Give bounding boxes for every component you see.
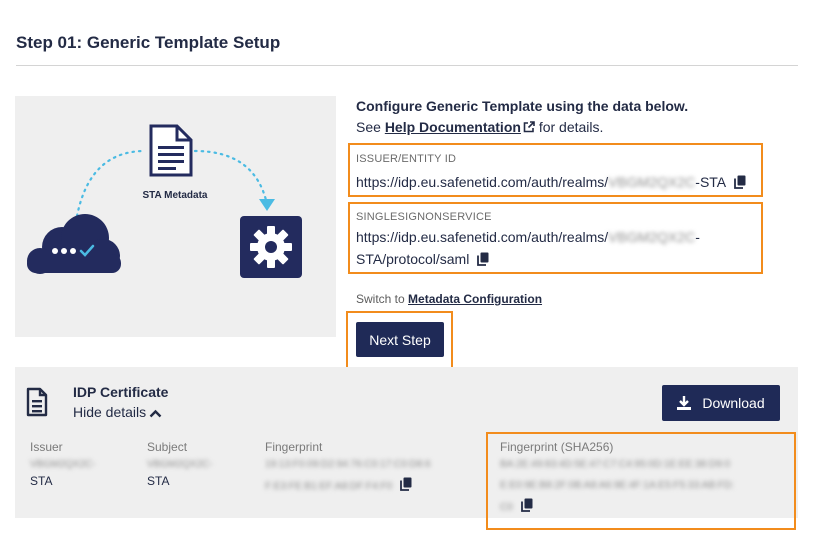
sso-value-prefix: https://idp.eu.safenetid.com/auth/realms… [356, 229, 609, 245]
sso-value-line2: STA/protocol/saml [356, 248, 489, 270]
cert-issuer-suffix: STA [30, 474, 53, 488]
cert-subject-redacted: VBGM2QX2C- [147, 459, 213, 470]
fingerprint-column: Fingerprint 19:13:F0:09:D2:94:76:C0:17:C… [265, 440, 431, 495]
cert-issuer-value: VBGM2QX2C- STA [30, 456, 96, 490]
certificate-title: IDP Certificate [73, 384, 169, 400]
cert-fingerprint-value: 19:13:F0:09:D2:94:76:C0:17:C0:D8:6 F:E3:… [265, 456, 431, 495]
sso-label: SINGLESIGNONSERVICE [356, 211, 492, 223]
cert-fingerprint-line2: F:E3:FE:B1:EF:A8:DF:F4:F0 [265, 481, 393, 492]
issuer-value-redacted: VBGM2QX2C [608, 174, 696, 190]
issuer-value: https://idp.eu.safenetid.com/auth/realms… [356, 171, 746, 193]
configure-heading: Configure Generic Template using the dat… [356, 98, 689, 114]
download-label: Download [702, 395, 765, 411]
certificate-document-icon [26, 387, 48, 417]
issuer-label: ISSUER/ENTITY ID [356, 153, 457, 165]
cert-subject-suffix: STA [147, 474, 170, 488]
gear-icon [240, 216, 302, 278]
see-prefix: See [356, 119, 381, 135]
sso-value-dash: - [695, 229, 700, 245]
arc-left [75, 149, 147, 218]
issuer-value-suffix: -STA [695, 174, 727, 190]
illustration-panel: STA Metadata [15, 96, 336, 337]
help-documentation-label: Help Documentation [384, 119, 521, 135]
configure-subtext: See Help Documentation for details. [356, 119, 603, 135]
download-button[interactable]: Download [662, 385, 780, 421]
next-step-button[interactable]: Next Step [356, 322, 444, 357]
page-title: Step 01: Generic Template Setup [16, 33, 281, 52]
copy-icon[interactable] [477, 252, 489, 266]
sso-value-path: STA/protocol/saml [356, 251, 470, 267]
issuer-column: Issuer VBGM2QX2C- STA [30, 440, 96, 490]
cert-issuer-redacted: VBGM2QX2C- [30, 459, 96, 470]
cert-subject-value: VBGM2QX2C- STA [147, 456, 213, 490]
copy-icon[interactable] [400, 477, 412, 491]
see-suffix: for details. [538, 119, 604, 135]
cert-issuer-label: Issuer [30, 440, 63, 454]
help-documentation-link[interactable]: Help Documentation [385, 119, 535, 135]
issuer-value-prefix: https://idp.eu.safenetid.com/auth/realms… [356, 174, 609, 190]
download-icon [677, 396, 691, 410]
sso-value-line1: https://idp.eu.safenetid.com/auth/realms… [356, 226, 700, 248]
metadata-configuration-link[interactable]: Metadata Configuration [408, 292, 542, 306]
cert-fingerprint-line1: 19:13:F0:09:D2:94:76:C0:17:C0:D8:6 [265, 459, 431, 470]
chevron-up-icon [149, 409, 162, 418]
sso-value-redacted: VBGM2QX2C [608, 229, 696, 245]
switch-prefix: Switch to [356, 292, 405, 306]
document-icon [149, 124, 193, 177]
external-link-icon [523, 121, 535, 133]
subject-column: Subject VBGM2QX2C- STA [147, 440, 213, 490]
sta-metadata-label: STA Metadata [142, 190, 207, 201]
fingerprint-sha256-highlight [486, 432, 796, 530]
copy-icon[interactable] [734, 175, 746, 189]
hide-details-toggle[interactable]: Hide details [73, 404, 162, 420]
hide-details-label: Hide details [73, 404, 147, 420]
divider [16, 65, 798, 66]
cert-subject-label: Subject [147, 440, 188, 454]
cloud-icon [27, 214, 121, 274]
illustration: STA Metadata [27, 124, 302, 278]
switch-config: Switch to Metadata Configuration [356, 292, 542, 306]
arrow-head [259, 199, 275, 211]
cert-fingerprint-label: Fingerprint [265, 440, 323, 454]
